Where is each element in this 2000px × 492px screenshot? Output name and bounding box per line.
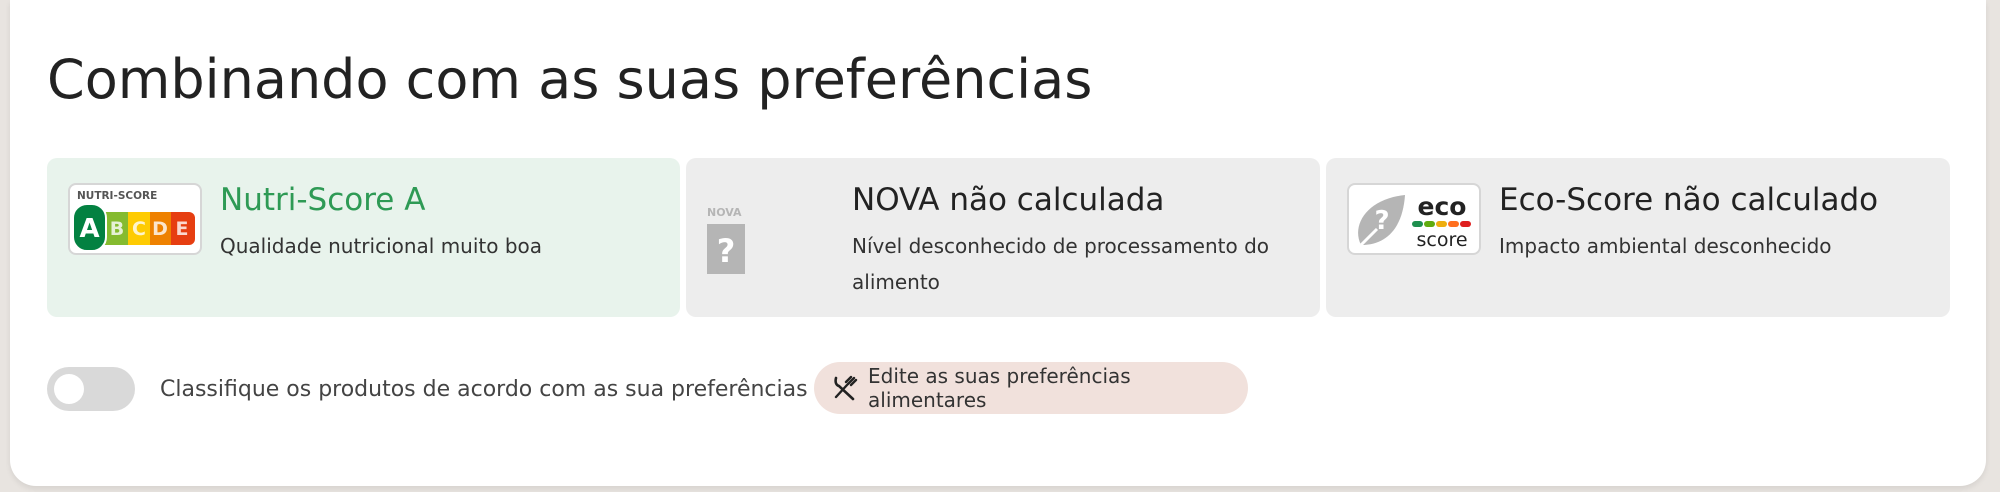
nutriscore-grade-c: C [132, 218, 146, 240]
nutriscore-logo-icon: NUTRI-SCORE A B C D E [72, 190, 195, 252]
nutriscore-grade-b: B [110, 218, 124, 240]
ecoscore-badge-icon: ? eco score [1347, 183, 1481, 255]
nova-title: NOVA não calculada [852, 182, 1165, 218]
edit-preferences-label: Edite as suas preferências alimentares [868, 364, 1131, 412]
sort-by-preferences-toggle[interactable] [47, 367, 135, 411]
nova-badge-symbol: ? [717, 232, 736, 270]
ecoscore-badge-bottom: score [1416, 229, 1467, 251]
nutriscore-grade-d: D [152, 218, 168, 240]
nutriscore-badge-icon: NUTRI-SCORE A B C D E [68, 183, 202, 255]
ecoscore-badge-symbol: ? [1374, 206, 1389, 236]
nutriscore-badge-label: NUTRI-SCORE [77, 190, 157, 202]
preferences-panel: Combinando com as suas preferências NUTR… [10, 0, 1986, 486]
nova-card[interactable]: NOVA ? NOVA não calculada Nível desconhe… [686, 158, 1320, 317]
ecoscore-title: Eco-Score não calculado [1499, 182, 1879, 218]
toggle-knob [54, 374, 84, 404]
nova-badge-label: NOVA [707, 206, 742, 219]
ecoscore-description: Impacto ambiental desconhecido [1499, 234, 1832, 258]
nutriscore-title: Nutri-Score A [220, 182, 426, 218]
nutriscore-description: Qualidade nutricional muito boa [220, 234, 543, 258]
ecoscore-logo-icon: ? eco score [1358, 192, 1471, 251]
section-title: Combinando com as suas preferências [47, 48, 1093, 111]
ecoscore-card[interactable]: ? eco score Eco-Score não calculado Impa… [1326, 158, 1950, 317]
fork-knife-icon [834, 375, 858, 401]
edit-preferences-button[interactable]: Edite as suas preferências alimentares [814, 362, 1248, 414]
nova-description: Nível desconhecido de processamento do a… [852, 234, 1270, 294]
nutriscore-card[interactable]: NUTRI-SCORE A B C D E Nutri-Score A Qual… [47, 158, 680, 317]
ecoscore-badge-top: eco [1418, 192, 1467, 221]
nutriscore-grade-e: E [176, 218, 189, 240]
nova-unknown-icon: NOVA ? [707, 206, 745, 274]
nutriscore-grade-a: A [79, 214, 99, 244]
sort-by-preferences-label: Classifique os produtos de acordo com as… [160, 377, 808, 402]
